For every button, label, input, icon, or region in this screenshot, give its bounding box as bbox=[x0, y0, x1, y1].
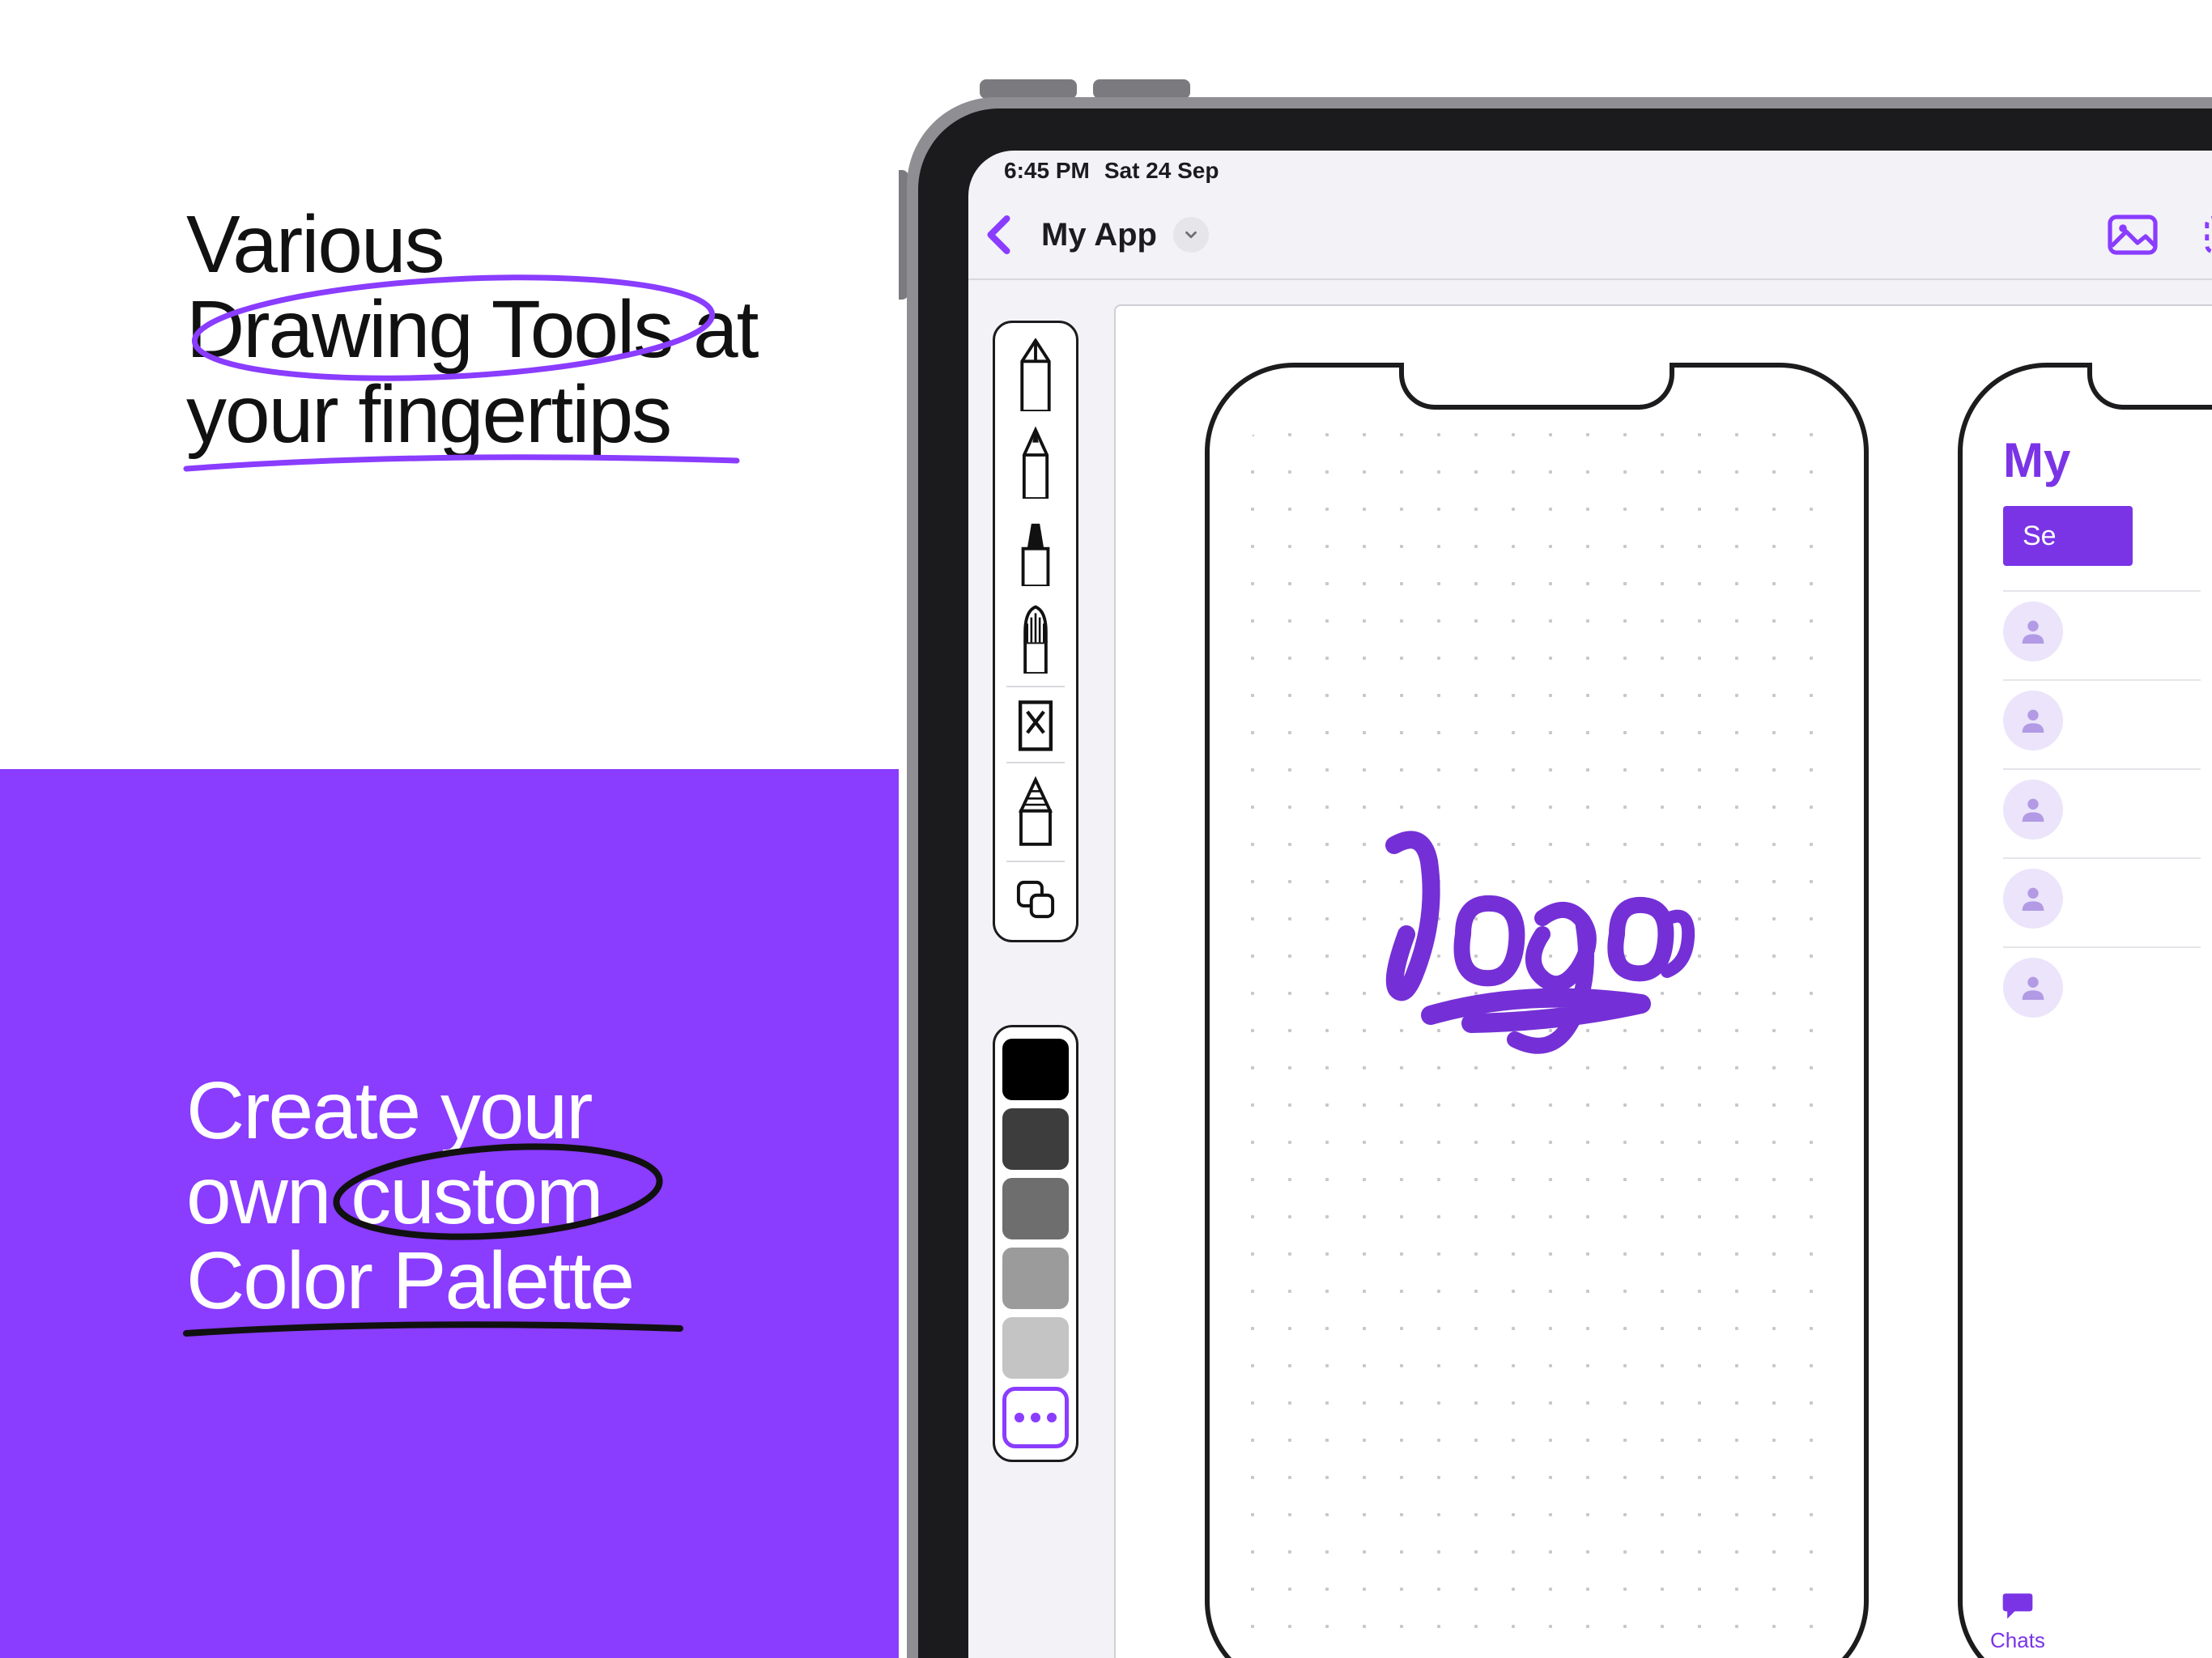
phone2-title: My bbox=[2003, 432, 2201, 488]
pen-icon bbox=[1012, 338, 1059, 411]
pencil-icon bbox=[1012, 426, 1059, 499]
color-swatch-2[interactable] bbox=[1002, 1108, 1069, 1170]
phone-artboard-1[interactable] bbox=[1205, 363, 1869, 1658]
image-icon bbox=[2107, 214, 2159, 256]
eraser-tool[interactable] bbox=[1002, 692, 1069, 757]
status-time: 6:45 PM bbox=[1004, 158, 1090, 184]
title-dropdown[interactable] bbox=[1173, 217, 1209, 253]
text-block-icon bbox=[2204, 214, 2212, 256]
headline-drawing-tools: Various Drawing Tools at your fingertips bbox=[186, 202, 874, 457]
avatar bbox=[2003, 958, 2063, 1018]
dot-icon bbox=[1047, 1413, 1057, 1422]
ipad-bezel: 6:45 PM Sat 24 Sep My App bbox=[918, 108, 2212, 1658]
tool-separator bbox=[1006, 762, 1065, 763]
ipad-volume-up bbox=[980, 79, 1077, 99]
list-item[interactable] bbox=[2003, 590, 2201, 671]
avatar bbox=[2003, 602, 2063, 661]
headline-line: Color Palette bbox=[186, 1235, 633, 1326]
ipad-screen: 6:45 PM Sat 24 Sep My App bbox=[968, 151, 2212, 1658]
status-bar: 6:45 PM Sat 24 Sep bbox=[968, 151, 2212, 191]
color-swatch-1[interactable] bbox=[1002, 1039, 1069, 1100]
fill-tool[interactable] bbox=[1002, 768, 1069, 856]
nav-tools bbox=[2107, 191, 2212, 278]
eraser-icon bbox=[1012, 688, 1059, 761]
headline-line: Create your bbox=[186, 1065, 591, 1156]
ipad-volume-down bbox=[1093, 79, 1190, 99]
color-palette-rail bbox=[993, 1025, 1078, 1462]
status-date: Sat 24 Sep bbox=[1104, 158, 1219, 184]
marker-icon bbox=[1012, 513, 1059, 586]
brush-tool[interactable] bbox=[1002, 593, 1069, 681]
canvas-area: My Se bbox=[968, 280, 2212, 1658]
phone-artboard-2[interactable]: My Se bbox=[1958, 363, 2201, 1658]
back-button[interactable] bbox=[976, 210, 1025, 259]
list-item[interactable] bbox=[2003, 946, 2201, 1027]
headline-line: Various bbox=[186, 199, 444, 290]
marketing-panel: Various Drawing Tools at your fingertips… bbox=[0, 0, 899, 1658]
phone2-chat-list bbox=[2003, 590, 2201, 1027]
phone2-search-field[interactable]: Se bbox=[2003, 506, 2133, 566]
chat-bubble-icon bbox=[1997, 1588, 2038, 1623]
list-item[interactable] bbox=[2003, 679, 2201, 760]
phone-notch bbox=[1399, 363, 1674, 410]
document-title[interactable]: My App bbox=[1041, 217, 1157, 253]
dot-icon bbox=[1015, 1413, 1024, 1422]
fill-icon bbox=[1012, 776, 1059, 848]
person-icon bbox=[2017, 793, 2049, 826]
canvas-viewport[interactable]: My Se bbox=[1114, 304, 2212, 1658]
dot-icon bbox=[1031, 1413, 1040, 1422]
person-icon bbox=[2017, 615, 2049, 648]
drawing-tool-rail bbox=[993, 321, 1078, 942]
phone2-tab-chats[interactable]: Chats bbox=[1990, 1588, 2045, 1653]
color-swatch-5[interactable] bbox=[1002, 1317, 1069, 1379]
chevron-down-icon bbox=[1182, 226, 1200, 244]
more-colors-button[interactable] bbox=[1002, 1387, 1069, 1448]
insert-image-button[interactable] bbox=[2107, 214, 2159, 256]
ipad-frame: 6:45 PM Sat 24 Sep My App bbox=[907, 97, 2212, 1658]
person-icon bbox=[2017, 704, 2049, 737]
pencil-tool[interactable] bbox=[1002, 419, 1069, 506]
nav-bar: My App bbox=[968, 191, 2212, 278]
marker-tool[interactable] bbox=[1002, 506, 1069, 593]
headline-line: your fingertips bbox=[186, 369, 670, 460]
headline-line: Drawing Tools at bbox=[186, 284, 757, 375]
shapes-tool[interactable] bbox=[1002, 867, 1069, 932]
color-swatch-3[interactable] bbox=[1002, 1178, 1069, 1239]
shapes-icon bbox=[1012, 863, 1059, 936]
avatar bbox=[2003, 780, 2063, 840]
list-item[interactable] bbox=[2003, 768, 2201, 849]
handwritten-logo-icon bbox=[1350, 813, 1698, 1056]
avatar bbox=[2003, 691, 2063, 750]
person-icon bbox=[2017, 971, 2049, 1004]
tool-separator bbox=[1006, 861, 1065, 862]
pen-tool[interactable] bbox=[1002, 331, 1069, 419]
tool-separator bbox=[1006, 686, 1065, 687]
headline-line: own custom bbox=[186, 1150, 602, 1241]
person-icon bbox=[2017, 882, 2049, 915]
phone-notch bbox=[2087, 363, 2212, 410]
avatar bbox=[2003, 869, 2063, 929]
brush-icon bbox=[1012, 601, 1059, 674]
headline-color-palette: Create your own custom Color Palette bbox=[186, 1069, 834, 1324]
list-item[interactable] bbox=[2003, 857, 2201, 938]
tab-label: Chats bbox=[1990, 1628, 2045, 1653]
chevron-left-icon bbox=[976, 210, 1025, 259]
color-swatch-4[interactable] bbox=[1002, 1248, 1069, 1309]
insert-text-button[interactable] bbox=[2204, 214, 2212, 256]
phone2-content: My Se bbox=[2003, 432, 2201, 1658]
